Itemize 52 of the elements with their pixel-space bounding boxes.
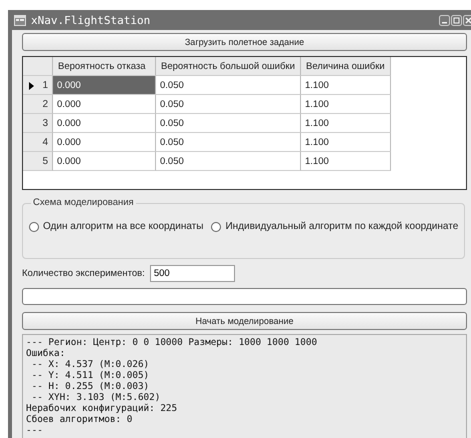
row-number: 4 — [42, 136, 48, 148]
table-cell[interactable]: 0.000 — [53, 95, 156, 114]
output-line: -- XYH: 3.103 (M:5.602) — [30, 392, 162, 403]
row-header[interactable]: 1 — [23, 76, 53, 95]
table-cell[interactable]: 1.100 — [301, 114, 391, 133]
table-cell[interactable]: 1.100 — [301, 95, 391, 114]
minimize-icon[interactable] — [439, 14, 450, 26]
row-number: 5 — [42, 156, 48, 166]
table-cell[interactable]: 0.050 — [156, 114, 301, 133]
window-title: xNav.FlightStation — [31, 14, 150, 26]
app-icon — [14, 14, 26, 26]
column-header[interactable]: Вероятность большой ошибки — [156, 57, 301, 76]
radio-option[interactable]: Один алгоритм на все координаты — [29, 221, 204, 232]
row-number: 3 — [42, 118, 48, 128]
table-cell[interactable]: 0.000 — [53, 152, 156, 171]
output-line: -- Y: 4.511 (M:0.005) — [30, 370, 150, 381]
table-cell[interactable]: 0.000 — [53, 133, 156, 152]
table-cell[interactable]: 1.100 — [301, 133, 391, 152]
output-line: --- Регион: Центр: 0 0 10000 Размеры: 1000 1000 1000 — [26, 337, 318, 348]
radio-option[interactable]: Индивидуальный алгоритм по каждой координате — [211, 221, 458, 232]
row-header[interactable]: 3 — [23, 114, 53, 133]
table-cell[interactable]: 0.050 — [156, 76, 301, 95]
maximize-icon[interactable] — [451, 14, 462, 26]
radio-button[interactable] — [29, 222, 39, 232]
row-header[interactable]: 5 — [23, 152, 53, 171]
output-line: Ошибка: — [26, 348, 66, 359]
row-number: 1 — [42, 80, 48, 90]
table-cell[interactable]: 1.100 — [301, 76, 391, 95]
output-line: -- H: 0.255 (M:0.003) — [30, 381, 150, 392]
table-cell[interactable]: 0.050 — [156, 95, 301, 114]
radio-button[interactable] — [211, 222, 222, 232]
column-header[interactable]: Вероятность отказа — [53, 57, 156, 76]
row-header[interactable]: 2 — [23, 95, 53, 114]
output-line: Нерабочих конфигураций: 225 — [26, 403, 178, 414]
output-line: Сбоев алгоритмов: 0 — [26, 414, 134, 425]
load-mission-button[interactable]: Загрузить полетное задание — [22, 33, 467, 51]
table-cell[interactable]: 0.000 — [53, 76, 156, 95]
table-cell[interactable]: 0.050 — [156, 152, 301, 171]
row-number: 2 — [42, 98, 48, 110]
output-line: -- X: 4.537 (M:0.026) — [30, 359, 150, 370]
output-line: --- — [26, 425, 44, 436]
close-icon[interactable] — [463, 14, 471, 26]
start-simulation-button[interactable]: Начать моделирование — [22, 312, 467, 330]
table-cell[interactable]: 0.050 — [156, 133, 301, 152]
current-row-icon — [29, 82, 34, 90]
experiments-field[interactable]: 500 — [150, 265, 235, 282]
column-header[interactable]: Величина ошибки — [301, 57, 391, 76]
row-header[interactable]: 4 — [23, 133, 53, 152]
table-cell[interactable]: 1.100 — [301, 152, 391, 171]
group-title: Схема моделирования — [31, 197, 136, 208]
experiments-label: Количество экспериментов: — [22, 268, 145, 279]
table-cell[interactable]: 0.000 — [53, 114, 156, 133]
